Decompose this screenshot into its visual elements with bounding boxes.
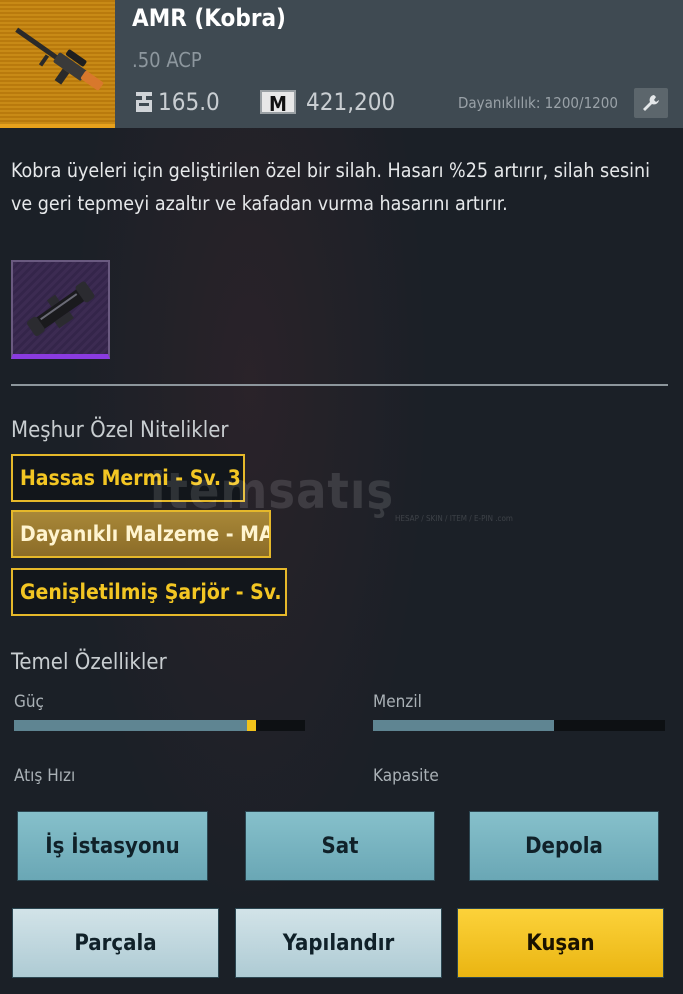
wrench-icon (643, 95, 659, 111)
stat-bar-menzil (373, 720, 665, 731)
item-thumbnail (0, 0, 115, 128)
stat-label-kapasite: Kapasite (373, 766, 439, 786)
attachment-slot[interactable] (11, 260, 110, 359)
repair-button[interactable] (634, 88, 668, 118)
watermark-subtext: HESAP / SKIN / ITEM / E-PIN .com (395, 514, 513, 523)
stat-bar-fill (14, 720, 247, 731)
item-stat-row: 165.0 M 421,200 Dayanıklılık: 1200/1200 (132, 86, 672, 120)
stats-title: Temel Özellikler (11, 650, 167, 675)
store-button[interactable]: Depola (469, 811, 659, 881)
item-durability: Dayanıklılık: 1200/1200 (458, 94, 618, 112)
stat-label-atis-hizi: Atış Hızı (14, 766, 76, 786)
weight-icon (136, 92, 152, 112)
stat-label-guc: Güç (14, 692, 44, 712)
item-description: Kobra üyeleri için geliştirilen özel bir… (11, 159, 651, 215)
item-weight: 165.0 (158, 88, 220, 116)
sniper-rifle-icon (15, 27, 104, 91)
watermark-logo: itemsatış (150, 462, 395, 520)
workbench-button[interactable]: İş İstasyonu (17, 811, 208, 881)
section-divider (11, 384, 668, 386)
perk-genisletilmis-sarjor[interactable]: Genişletilmiş Şarjör - Sv. 3 (11, 568, 287, 616)
dismantle-button[interactable]: Parçala (12, 908, 219, 978)
scope-icon (26, 281, 95, 337)
equip-button[interactable]: Kuşan (457, 908, 664, 978)
stat-label-menzil: Menzil (373, 692, 422, 712)
stat-bar-guc (14, 720, 305, 731)
item-price: 421,200 (306, 88, 396, 116)
item-name: AMR (Kobra) (132, 4, 286, 32)
stat-bar-fill (373, 720, 555, 731)
money-icon: M (260, 90, 296, 116)
stat-bar-bonus (246, 720, 256, 731)
sell-button[interactable]: Sat (245, 811, 435, 881)
item-ammo-type: .50 ACP (132, 48, 202, 72)
configure-button[interactable]: Yapılandır (235, 908, 442, 978)
perks-title: Meşhur Özel Nitelikler (11, 418, 229, 443)
item-header: AMR (Kobra) .50 ACP 165.0 M 421,200 Daya… (0, 0, 683, 128)
